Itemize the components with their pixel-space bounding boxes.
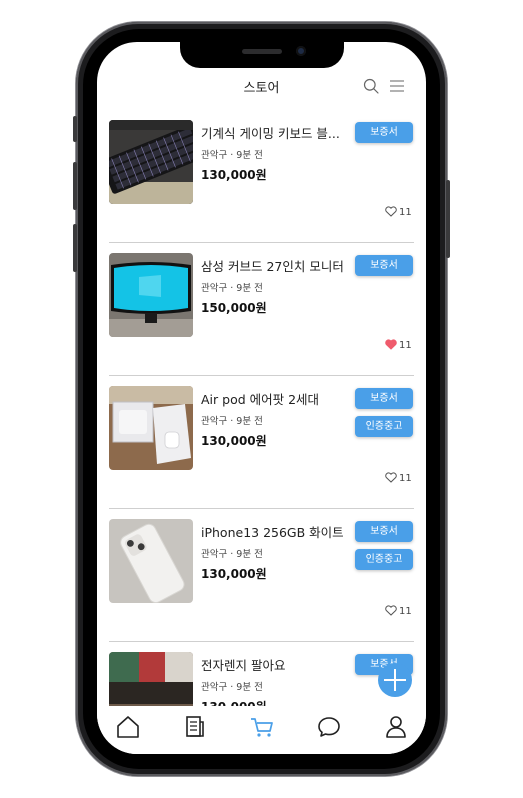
like-count[interactable]: 11 [385, 206, 412, 218]
certified-used-badge[interactable]: 인증중고 [355, 416, 413, 437]
like-number: 11 [399, 606, 412, 617]
airpods-photo [109, 386, 193, 470]
product-price: 130,000원 [201, 567, 267, 581]
speaker-grille [242, 49, 282, 54]
warranty-badge[interactable]: 보증서 [355, 521, 413, 542]
notch [180, 42, 344, 68]
product-list: 기계식 게이밍 키보드 블... 관악구 · 9분 전 130,000원 보증서… [97, 110, 426, 754]
product-thumbnail[interactable] [109, 120, 193, 204]
hamburger-menu-icon[interactable] [389, 78, 405, 94]
volume-down-button [73, 224, 77, 272]
app-screen: 스토어 기계식 게이밍 키보드 블... 관악구 · 9분 전 130,000원… [97, 42, 426, 754]
warranty-badge[interactable]: 보증서 [355, 122, 413, 143]
power-button [446, 180, 450, 258]
product-time: 9분 전 [236, 682, 263, 693]
like-count[interactable]: 11 [385, 339, 412, 351]
product-item[interactable]: 기계식 게이밍 키보드 블... 관악구 · 9분 전 130,000원 보증서… [97, 110, 426, 243]
product-price: 130,000원 [201, 434, 267, 448]
home-icon[interactable] [115, 714, 141, 740]
product-item[interactable]: Air pod 에어팟 2세대 관악구 · 9분 전 130,000원 보증서 … [97, 376, 426, 509]
product-item[interactable]: 삼성 커브드 27인치 모니터 관악구 · 9분 전 150,000원 보증서 … [97, 243, 426, 376]
heart-outline-icon[interactable] [385, 206, 397, 217]
heart-filled-icon[interactable] [385, 339, 397, 350]
warranty-badge[interactable]: 보증서 [355, 255, 413, 276]
chat-bubble-icon[interactable] [316, 714, 342, 740]
product-location: 관악구 [201, 549, 228, 560]
heart-outline-icon[interactable] [385, 472, 397, 483]
product-price: 130,000원 [201, 168, 267, 182]
product-thumbnail[interactable] [109, 253, 193, 337]
product-location: 관악구 [201, 150, 228, 161]
iphone-photo [109, 519, 193, 603]
curved-monitor-photo [109, 253, 193, 337]
person-icon[interactable] [383, 714, 409, 740]
like-count[interactable]: 11 [385, 605, 412, 617]
like-number: 11 [399, 473, 412, 484]
like-count[interactable]: 11 [385, 472, 412, 484]
product-title[interactable]: Air pod 에어팟 2세대 [201, 389, 351, 408]
product-meta: 관악구 · 9분 전 [201, 283, 263, 294]
product-meta: 관악구 · 9분 전 [201, 416, 263, 427]
search-icon[interactable] [363, 78, 379, 94]
mechanical-keyboard-photo [109, 120, 193, 204]
product-time: 9분 전 [236, 549, 263, 560]
store-header: 스토어 [97, 72, 426, 102]
product-time: 9분 전 [236, 283, 263, 294]
heart-outline-icon[interactable] [385, 605, 397, 616]
product-title[interactable]: 기계식 게이밍 키보드 블... [201, 123, 351, 142]
product-location: 관악구 [201, 682, 228, 693]
product-title[interactable]: iPhone13 256GB 화이트 [201, 522, 351, 541]
product-time: 9분 전 [236, 416, 263, 427]
bottom-tab-bar [97, 706, 426, 754]
warranty-badge[interactable]: 보증서 [355, 388, 413, 409]
product-title[interactable]: 삼성 커브드 27인치 모니터 [201, 256, 351, 275]
product-title[interactable]: 전자렌지 팔아요 [201, 655, 351, 674]
front-camera [296, 46, 306, 56]
mute-switch [73, 116, 77, 142]
volume-up-button [73, 162, 77, 210]
plus-icon [384, 669, 406, 691]
product-meta: 관악구 · 9분 전 [201, 549, 263, 560]
product-time: 9분 전 [236, 150, 263, 161]
product-thumbnail[interactable] [109, 519, 193, 603]
like-number: 11 [399, 340, 412, 351]
product-item[interactable]: iPhone13 256GB 화이트 관악구 · 9분 전 130,000원 보… [97, 509, 426, 642]
document-icon[interactable] [182, 714, 208, 740]
cart-icon[interactable] [249, 714, 275, 740]
product-meta: 관악구 · 9분 전 [201, 150, 263, 161]
add-product-button[interactable] [378, 663, 412, 697]
product-price: 150,000원 [201, 301, 267, 315]
like-number: 11 [399, 207, 412, 218]
product-location: 관악구 [201, 283, 228, 294]
product-location: 관악구 [201, 416, 228, 427]
product-thumbnail[interactable] [109, 386, 193, 470]
certified-used-badge[interactable]: 인증중고 [355, 549, 413, 570]
product-meta: 관악구 · 9분 전 [201, 682, 263, 693]
